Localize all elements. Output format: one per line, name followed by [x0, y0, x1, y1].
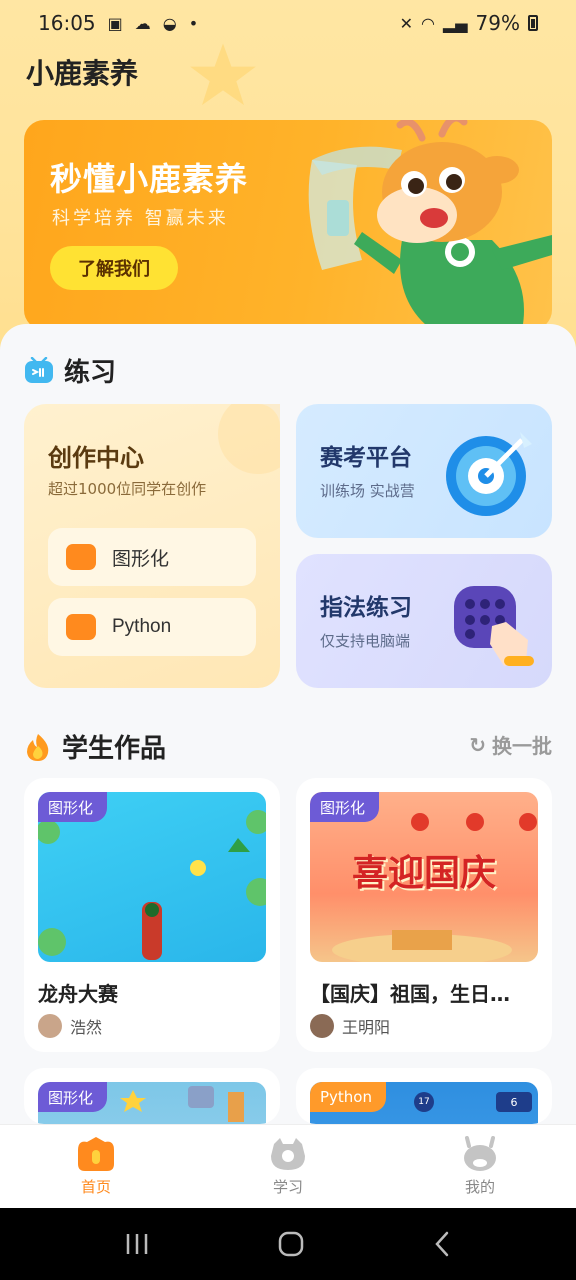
mute-icon: ✕ [399, 13, 413, 33]
work-tag: 图形化 [310, 792, 380, 822]
learn-more-button[interactable]: 了解我们 [50, 246, 178, 290]
work-card[interactable]: 喜迎国庆 图形化 【国庆】祖国，生日… 王明阳 [296, 778, 552, 1052]
practice-title: 练习 [64, 358, 117, 388]
home-button-icon[interactable] [277, 1230, 305, 1258]
work-card[interactable]: 17 6 Python [296, 1068, 552, 1124]
work-card[interactable]: 图形化 [24, 1068, 280, 1124]
python-coding-button[interactable]: Python [48, 598, 256, 656]
wifi-icon: ◠ [420, 13, 435, 33]
star-decoration [190, 43, 256, 106]
work-thumbnail: 图形化 [38, 792, 266, 962]
profile-icon [464, 1136, 496, 1171]
practice-header: 练习 [24, 352, 116, 389]
cloud-icon: ☁ [134, 13, 151, 33]
work-thumbnail: 喜迎国庆 图形化 [310, 792, 538, 962]
work-author: 浩然 [38, 1014, 102, 1038]
graphical-label: 图形化 [112, 548, 170, 570]
refresh-icon: ↻ [469, 732, 486, 757]
graphical-icon [66, 544, 96, 570]
app-notification-icon: ◒ [162, 13, 177, 33]
refresh-works-button[interactable]: ↻ 换一批 [469, 730, 552, 759]
create-center-title: 创作中心 [48, 444, 144, 472]
graphical-coding-button[interactable]: 图形化 [48, 528, 256, 586]
bottom-tab-bar: 首页 学习 我的 [0, 1124, 576, 1208]
dot-icon: • [188, 13, 199, 33]
exam-platform-title: 赛考平台 [320, 445, 412, 471]
tab-study[interactable]: 学习 [192, 1125, 384, 1208]
tab-label: 学习 [272, 1178, 303, 1196]
create-center-subtitle: 超过1000位同学在创作 [48, 480, 207, 498]
system-nav-bar [0, 1208, 576, 1280]
promo-banner[interactable]: 秒懂小鹿素养 科学培养 智赢未来 了解我们 [24, 120, 552, 330]
python-label: Python [112, 616, 172, 637]
gallery-icon: ▣ [107, 13, 123, 33]
study-icon [271, 1138, 305, 1170]
exam-platform-card[interactable]: 赛考平台 训练场 实战营 [296, 404, 552, 538]
create-center-card: 创作中心 超过1000位同学在创作 图形化 Python [24, 404, 280, 688]
works-title: 学生作品 [62, 734, 167, 764]
tab-profile[interactable]: 我的 [384, 1125, 576, 1208]
exam-platform-subtitle: 训练场 实战营 [320, 482, 415, 500]
works-header: 学生作品 [24, 728, 166, 765]
banner-title: 秒懂小鹿素养 [50, 160, 249, 198]
refresh-label: 换一批 [492, 734, 552, 758]
game-score: 6 [496, 1092, 532, 1112]
work-tag: 图形化 [38, 1082, 108, 1112]
work-tag: 图形化 [38, 792, 108, 822]
back-icon[interactable] [432, 1230, 452, 1258]
work-author: 王明阳 [310, 1014, 390, 1038]
battery-icon [528, 15, 538, 31]
work-card[interactable]: 图形化 龙舟大赛 浩然 [24, 778, 280, 1052]
monitor-icon [66, 614, 96, 640]
status-time: 16:05 [38, 11, 96, 35]
target-icon [446, 432, 532, 516]
work-thumbnail: 17 6 Python [310, 1082, 538, 1124]
typing-practice-subtitle: 仅支持电脑端 [320, 632, 411, 650]
tab-label: 首页 [80, 1178, 111, 1196]
home-icon [78, 1137, 114, 1171]
author-avatar [310, 1014, 334, 1038]
work-thumbnail-text: 喜迎国庆 [351, 853, 496, 894]
status-bar: 16:05 ▣ ☁ ◒ • ✕ ◠ ▂▄ 79% [0, 0, 576, 46]
keypad-hand-icon [454, 586, 534, 666]
banner-subtitle: 科学培养 智赢未来 [52, 208, 229, 229]
tab-home[interactable]: 首页 [0, 1125, 192, 1208]
flame-icon [27, 733, 49, 761]
tv-icon [25, 356, 53, 383]
author-name: 浩然 [70, 1018, 103, 1037]
work-title: 【国庆】祖国，生日… [310, 982, 510, 1006]
author-name: 王明阳 [342, 1018, 391, 1037]
work-title: 龙舟大赛 [38, 982, 118, 1006]
battery-percent: 79% [475, 11, 520, 35]
recent-apps-icon[interactable] [124, 1232, 150, 1256]
typing-practice-title: 指法练习 [320, 595, 412, 621]
signal-icon: ▂▄ [442, 13, 468, 33]
deer-mascot-illustration [308, 120, 552, 330]
work-tag: Python [310, 1082, 386, 1112]
app-title: 小鹿素养 [26, 57, 139, 90]
typing-practice-card[interactable]: 指法练习 仅支持电脑端 [296, 554, 552, 688]
tab-label: 我的 [464, 1178, 495, 1196]
work-thumbnail: 图形化 [38, 1082, 266, 1124]
author-avatar [38, 1014, 62, 1038]
game-badge-counter: 17 [414, 1092, 434, 1112]
